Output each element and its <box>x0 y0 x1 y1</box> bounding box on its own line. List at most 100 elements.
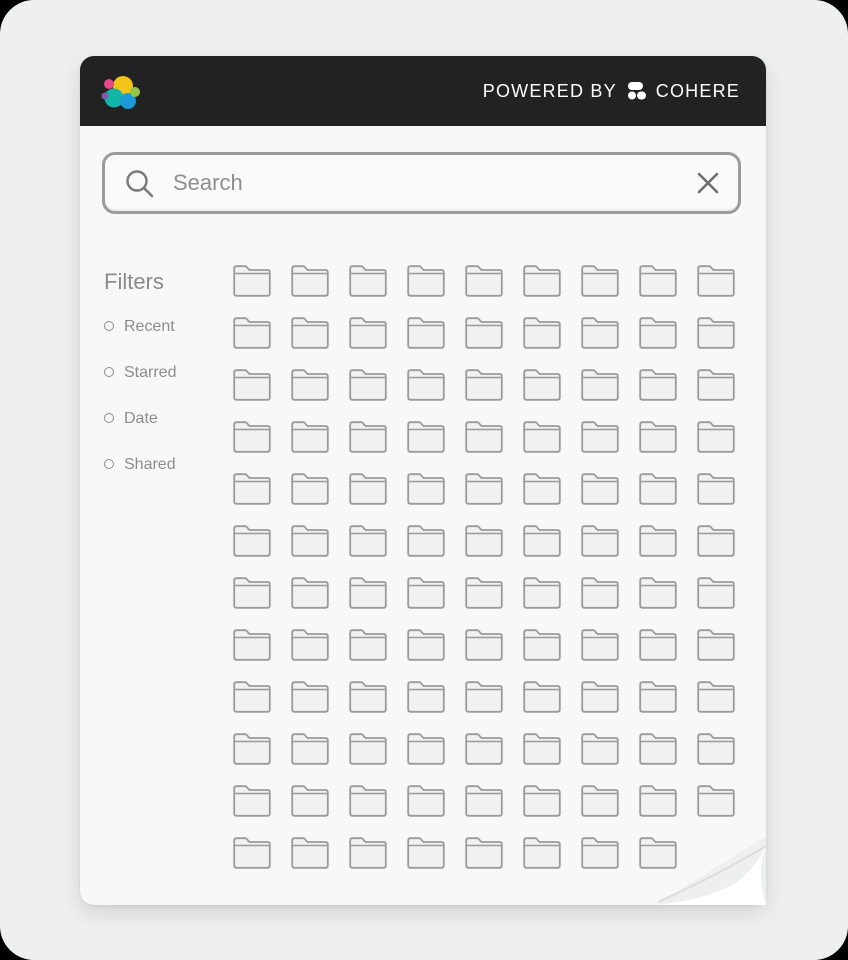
folder-icon[interactable] <box>581 837 619 869</box>
folder-icon[interactable] <box>639 525 677 557</box>
folder-icon[interactable] <box>233 733 271 765</box>
folder-icon[interactable] <box>523 525 561 557</box>
folder-icon[interactable] <box>349 317 387 349</box>
folder-icon[interactable] <box>465 681 503 713</box>
folder-icon[interactable] <box>349 681 387 713</box>
filter-option-recent[interactable]: Recent <box>104 318 176 364</box>
folder-icon[interactable] <box>581 369 619 401</box>
folder-icon[interactable] <box>523 473 561 505</box>
folder-icon[interactable] <box>523 785 561 817</box>
folder-icon[interactable] <box>233 317 271 349</box>
folder-icon[interactable] <box>639 577 677 609</box>
folder-icon[interactable] <box>407 681 445 713</box>
folder-icon[interactable] <box>407 317 445 349</box>
folder-icon[interactable] <box>291 473 329 505</box>
folder-icon[interactable] <box>523 421 561 453</box>
folder-icon[interactable] <box>407 629 445 661</box>
folder-icon[interactable] <box>581 525 619 557</box>
folder-icon[interactable] <box>697 629 735 661</box>
folder-icon[interactable] <box>639 421 677 453</box>
folder-icon[interactable] <box>639 265 677 297</box>
radio-icon[interactable] <box>104 367 114 377</box>
folder-icon[interactable] <box>291 785 329 817</box>
folder-icon[interactable] <box>349 369 387 401</box>
folder-icon[interactable] <box>407 733 445 765</box>
folder-icon[interactable] <box>407 785 445 817</box>
folder-icon[interactable] <box>581 733 619 765</box>
folder-icon[interactable] <box>349 473 387 505</box>
folder-icon[interactable] <box>465 837 503 869</box>
folder-icon[interactable] <box>639 785 677 817</box>
folder-icon[interactable] <box>465 421 503 453</box>
folder-icon[interactable] <box>233 265 271 297</box>
folder-icon[interactable] <box>523 577 561 609</box>
folder-icon[interactable] <box>349 421 387 453</box>
folder-icon[interactable] <box>349 629 387 661</box>
folder-icon[interactable] <box>407 265 445 297</box>
folder-icon[interactable] <box>465 733 503 765</box>
folder-icon[interactable] <box>465 525 503 557</box>
folder-icon[interactable] <box>291 265 329 297</box>
filter-option-date[interactable]: Date <box>104 410 176 456</box>
folder-icon[interactable] <box>465 265 503 297</box>
folder-icon[interactable] <box>291 369 329 401</box>
folder-icon[interactable] <box>639 733 677 765</box>
folder-icon[interactable] <box>581 681 619 713</box>
folder-icon[interactable] <box>291 681 329 713</box>
folder-icon[interactable] <box>465 317 503 349</box>
folder-icon[interactable] <box>465 369 503 401</box>
folder-icon[interactable] <box>465 785 503 817</box>
folder-icon[interactable] <box>581 577 619 609</box>
radio-icon[interactable] <box>104 413 114 423</box>
folder-icon[interactable] <box>291 421 329 453</box>
folder-icon[interactable] <box>233 525 271 557</box>
search-input[interactable] <box>173 155 653 211</box>
folder-icon[interactable] <box>697 577 735 609</box>
folder-icon[interactable] <box>349 837 387 869</box>
folder-icon[interactable] <box>523 265 561 297</box>
folder-icon[interactable] <box>349 733 387 765</box>
radio-icon[interactable] <box>104 459 114 469</box>
folder-icon[interactable] <box>349 525 387 557</box>
folder-icon[interactable] <box>465 473 503 505</box>
folder-icon[interactable] <box>697 265 735 297</box>
folder-icon[interactable] <box>465 577 503 609</box>
radio-icon[interactable] <box>104 321 114 331</box>
folder-icon[interactable] <box>523 837 561 869</box>
folder-icon[interactable] <box>697 525 735 557</box>
folder-icon[interactable] <box>697 681 735 713</box>
folder-icon[interactable] <box>523 629 561 661</box>
folder-icon[interactable] <box>581 473 619 505</box>
folder-icon[interactable] <box>581 421 619 453</box>
folder-icon[interactable] <box>639 681 677 713</box>
folder-icon[interactable] <box>639 629 677 661</box>
folder-icon[interactable] <box>233 577 271 609</box>
folder-icon[interactable] <box>233 369 271 401</box>
folder-icon[interactable] <box>407 525 445 557</box>
folder-icon[interactable] <box>291 577 329 609</box>
filter-option-starred[interactable]: Starred <box>104 364 176 410</box>
close-icon[interactable] <box>696 171 720 195</box>
folder-icon[interactable] <box>349 265 387 297</box>
folder-icon[interactable] <box>233 421 271 453</box>
filter-option-shared[interactable]: Shared <box>104 456 176 502</box>
folder-icon[interactable] <box>349 785 387 817</box>
folder-icon[interactable] <box>639 369 677 401</box>
folder-icon[interactable] <box>407 473 445 505</box>
folder-icon[interactable] <box>581 265 619 297</box>
folder-icon[interactable] <box>523 733 561 765</box>
folder-icon[interactable] <box>407 421 445 453</box>
folder-icon[interactable] <box>407 577 445 609</box>
folder-icon[interactable] <box>639 317 677 349</box>
folder-icon[interactable] <box>349 577 387 609</box>
folder-icon[interactable] <box>697 317 735 349</box>
folder-icon[interactable] <box>291 317 329 349</box>
folder-icon[interactable] <box>697 369 735 401</box>
folder-icon[interactable] <box>233 629 271 661</box>
folder-icon[interactable] <box>523 369 561 401</box>
folder-icon[interactable] <box>291 525 329 557</box>
folder-icon[interactable] <box>465 629 503 661</box>
folder-icon[interactable] <box>697 473 735 505</box>
folder-icon[interactable] <box>639 473 677 505</box>
folder-icon[interactable] <box>697 733 735 765</box>
